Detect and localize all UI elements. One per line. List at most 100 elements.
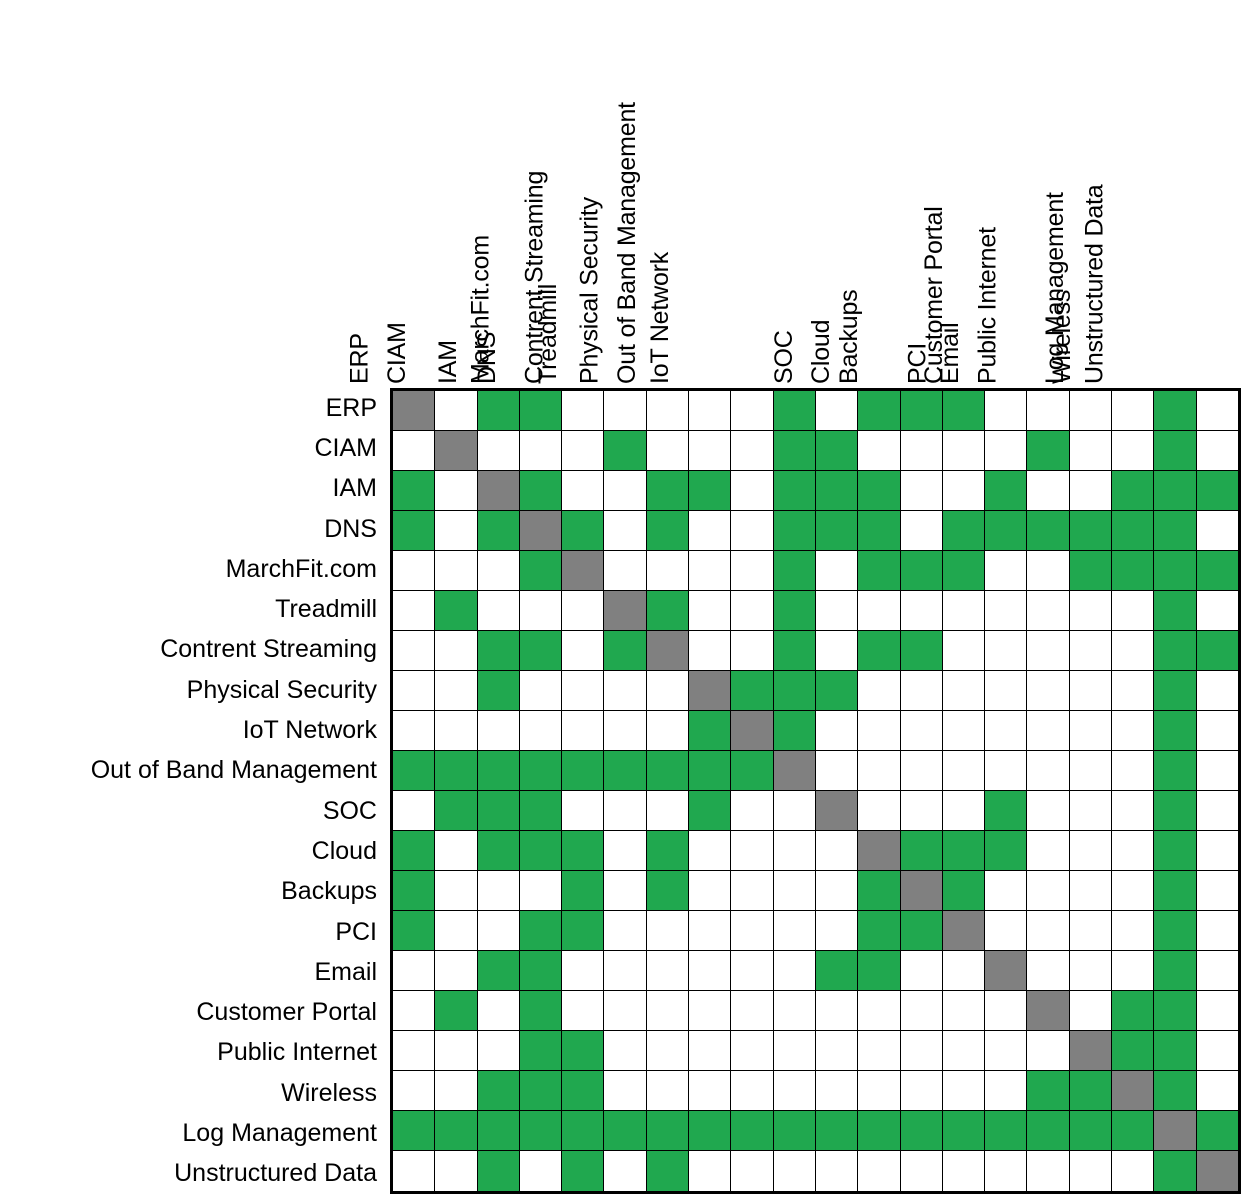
matrix-cell[interactable]: [1027, 631, 1070, 671]
matrix-cell[interactable]: [519, 1071, 563, 1111]
matrix-cell[interactable]: [393, 551, 436, 591]
matrix-cell[interactable]: [646, 911, 690, 951]
matrix-cell[interactable]: [858, 431, 901, 471]
matrix-cell[interactable]: [435, 1031, 478, 1071]
matrix-cell[interactable]: [858, 551, 901, 591]
matrix-cell[interactable]: [393, 1031, 436, 1071]
matrix-cell[interactable]: [858, 871, 901, 911]
matrix-cell[interactable]: [1027, 791, 1070, 831]
matrix-cell[interactable]: [900, 671, 943, 711]
matrix-cell[interactable]: [942, 551, 986, 591]
matrix-cell[interactable]: [985, 1071, 1028, 1111]
matrix-cell[interactable]: [689, 991, 732, 1031]
matrix-cell[interactable]: [1154, 871, 1197, 911]
matrix-cell[interactable]: [689, 791, 732, 831]
matrix-cell[interactable]: [858, 511, 901, 551]
matrix-cell[interactable]: [1027, 391, 1070, 431]
matrix-cell[interactable]: [731, 711, 774, 751]
matrix-cell[interactable]: [1069, 1031, 1113, 1071]
matrix-cell[interactable]: [1196, 831, 1238, 871]
matrix-cell[interactable]: [858, 951, 901, 991]
matrix-cell[interactable]: [815, 1031, 859, 1071]
matrix-cell[interactable]: [942, 751, 986, 791]
matrix-cell[interactable]: [1154, 471, 1197, 511]
matrix-cell[interactable]: [900, 511, 943, 551]
matrix-cell[interactable]: [1196, 751, 1238, 791]
matrix-cell[interactable]: [1154, 1071, 1197, 1111]
matrix-cell[interactable]: [942, 791, 986, 831]
matrix-cell[interactable]: [1027, 1151, 1070, 1191]
matrix-cell[interactable]: [646, 711, 690, 751]
matrix-cell[interactable]: [435, 831, 478, 871]
matrix-cell[interactable]: [519, 951, 563, 991]
matrix-cell[interactable]: [477, 991, 520, 1031]
matrix-cell[interactable]: [900, 391, 943, 431]
matrix-cell[interactable]: [773, 911, 816, 951]
matrix-cell[interactable]: [562, 551, 605, 591]
matrix-cell[interactable]: [1112, 551, 1155, 591]
matrix-cell[interactable]: [731, 471, 774, 511]
matrix-cell[interactable]: [858, 631, 901, 671]
matrix-cell[interactable]: [604, 791, 647, 831]
matrix-cell[interactable]: [604, 1031, 647, 1071]
matrix-cell[interactable]: [477, 1111, 520, 1151]
matrix-cell[interactable]: [562, 511, 605, 551]
matrix-cell[interactable]: [519, 1111, 563, 1151]
matrix-cell[interactable]: [393, 631, 436, 671]
matrix-cell[interactable]: [858, 1071, 901, 1111]
matrix-cell[interactable]: [1196, 991, 1238, 1031]
matrix-cell[interactable]: [689, 1151, 732, 1191]
matrix-cell[interactable]: [1154, 671, 1197, 711]
matrix-cell[interactable]: [942, 1111, 986, 1151]
matrix-cell[interactable]: [731, 431, 774, 471]
matrix-cell[interactable]: [646, 1151, 690, 1191]
matrix-cell[interactable]: [477, 671, 520, 711]
matrix-cell[interactable]: [1027, 951, 1070, 991]
matrix-cell[interactable]: [1196, 1031, 1238, 1071]
matrix-cell[interactable]: [689, 1071, 732, 1111]
matrix-cell[interactable]: [477, 831, 520, 871]
matrix-cell[interactable]: [1112, 631, 1155, 671]
matrix-cell[interactable]: [393, 951, 436, 991]
matrix-cell[interactable]: [815, 631, 859, 671]
matrix-cell[interactable]: [435, 671, 478, 711]
matrix-cell[interactable]: [1196, 1151, 1238, 1191]
matrix-cell[interactable]: [731, 511, 774, 551]
matrix-cell[interactable]: [1112, 511, 1155, 551]
matrix-cell[interactable]: [562, 871, 605, 911]
matrix-cell[interactable]: [1112, 911, 1155, 951]
matrix-cell[interactable]: [900, 711, 943, 751]
matrix-cell[interactable]: [773, 831, 816, 871]
matrix-cell[interactable]: [393, 1111, 436, 1151]
matrix-cell[interactable]: [689, 591, 732, 631]
matrix-cell[interactable]: [1069, 551, 1113, 591]
matrix-cell[interactable]: [646, 391, 690, 431]
matrix-cell[interactable]: [900, 631, 943, 671]
matrix-cell[interactable]: [393, 791, 436, 831]
matrix-cell[interactable]: [731, 871, 774, 911]
matrix-cell[interactable]: [1196, 551, 1238, 591]
matrix-cell[interactable]: [435, 751, 478, 791]
matrix-cell[interactable]: [858, 391, 901, 431]
matrix-cell[interactable]: [519, 1151, 563, 1191]
matrix-cell[interactable]: [646, 431, 690, 471]
matrix-cell[interactable]: [985, 711, 1028, 751]
matrix-cell[interactable]: [477, 431, 520, 471]
matrix-cell[interactable]: [942, 871, 986, 911]
matrix-cell[interactable]: [1069, 1071, 1113, 1111]
matrix-cell[interactable]: [477, 551, 520, 591]
matrix-cell[interactable]: [1196, 951, 1238, 991]
matrix-cell[interactable]: [646, 1031, 690, 1071]
matrix-cell[interactable]: [1027, 471, 1070, 511]
matrix-cell[interactable]: [1027, 711, 1070, 751]
matrix-cell[interactable]: [646, 1071, 690, 1111]
matrix-cell[interactable]: [1196, 1071, 1238, 1111]
matrix-cell[interactable]: [519, 551, 563, 591]
matrix-cell[interactable]: [985, 551, 1028, 591]
matrix-cell[interactable]: [435, 711, 478, 751]
matrix-cell[interactable]: [1154, 791, 1197, 831]
matrix-cell[interactable]: [1069, 391, 1113, 431]
matrix-cell[interactable]: [985, 831, 1028, 871]
matrix-cell[interactable]: [435, 591, 478, 631]
matrix-cell[interactable]: [1154, 1111, 1197, 1151]
